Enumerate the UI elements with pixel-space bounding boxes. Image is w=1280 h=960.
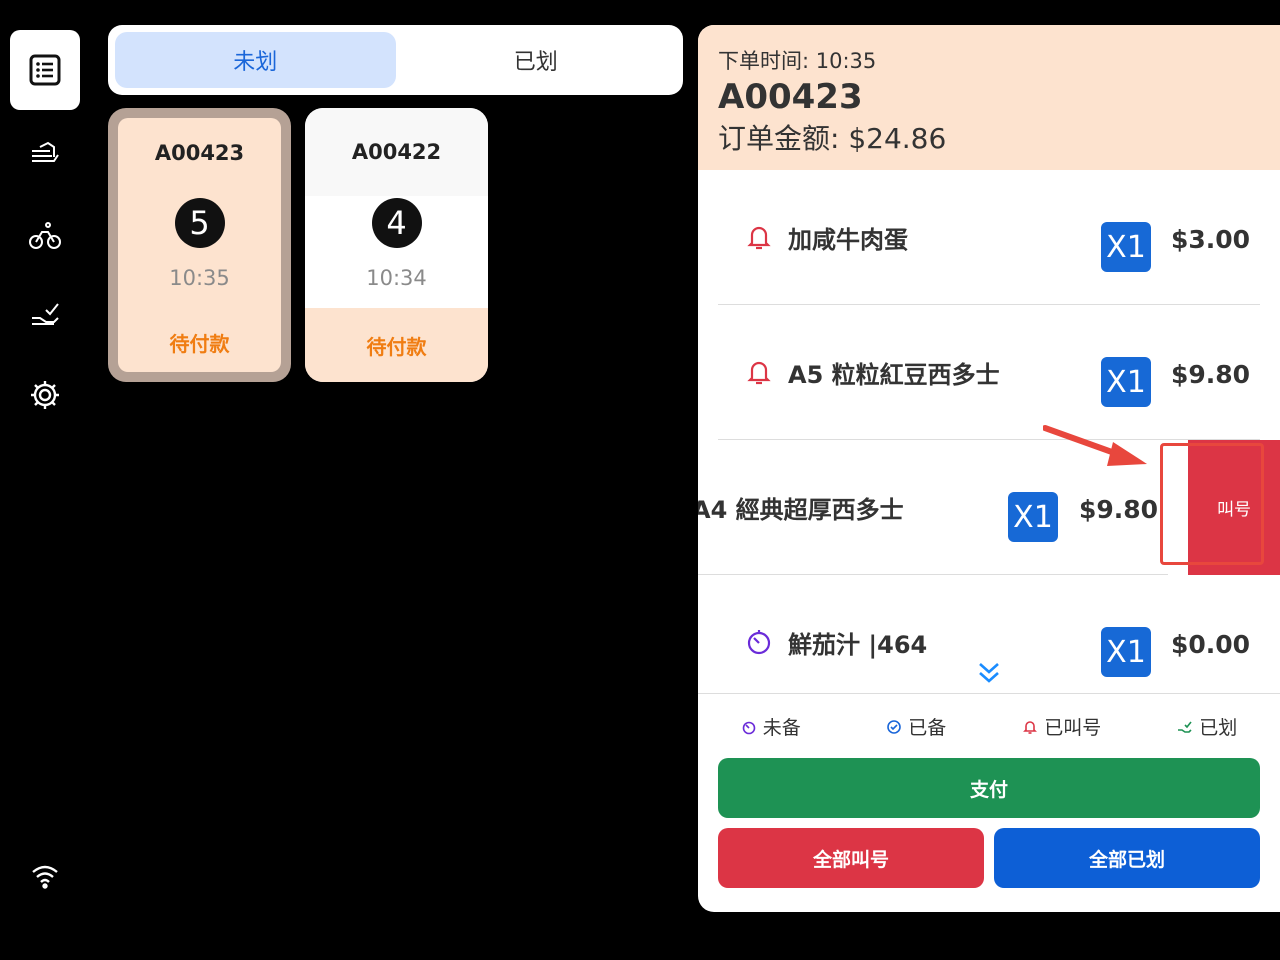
order-amount: 订单金额: $24.86 (718, 122, 947, 155)
order-placed-time: 下单时间: 10:35 (718, 49, 877, 73)
order-time: 10:35 (169, 266, 230, 290)
item-price: $9.80 (1171, 360, 1251, 389)
hand-check-icon (32, 303, 59, 325)
legend-label: 已叫号 (1044, 717, 1102, 739)
order-number: A00423 (718, 77, 863, 117)
order-item[interactable]: 加咸牛肉蛋 X1 $3.00 (698, 170, 1280, 305)
item-name: A4 經典超厚西多士 (698, 496, 904, 524)
order-card[interactable]: A00422 4 10:34 待付款 (305, 108, 488, 382)
item-quantity: X1 (1008, 492, 1058, 542)
bell-icon (747, 361, 771, 385)
legend-label: 已备 (908, 717, 947, 739)
wifi-icon (32, 865, 58, 889)
check-circle-icon (887, 719, 902, 734)
item-price: $0.00 (1171, 630, 1251, 659)
highlight-box (1160, 443, 1264, 565)
legend-label: 已划 (1199, 717, 1238, 739)
delivery-nav-button[interactable] (10, 195, 80, 275)
wifi-status (10, 835, 80, 915)
pickup-number: 4 (371, 198, 422, 248)
sidebar (0, 0, 90, 960)
order-detail-panel: 下单时间: 10:35 A00423 订单金额: $24.86 加咸牛肉蛋 X1… (698, 25, 1280, 912)
pay-button[interactable]: 支付 (718, 758, 1260, 818)
item-quantity: X1 (1101, 357, 1151, 407)
tab-pending[interactable]: 未划 (115, 32, 396, 88)
completed-nav-button[interactable] (10, 275, 80, 355)
settings-nav-button[interactable] (10, 355, 80, 435)
tab-completed[interactable]: 已划 (396, 32, 677, 88)
chevrons-down-icon[interactable] (976, 660, 1002, 686)
item-name: 加咸牛肉蛋 (788, 226, 908, 254)
gear-icon (31, 381, 59, 409)
legend-not-ready: 未备 (698, 713, 844, 740)
mark-all-done-button[interactable]: 全部已划 (994, 828, 1260, 888)
timer-icon (742, 721, 756, 734)
item-price: $3.00 (1171, 225, 1251, 254)
serving-hand-icon (32, 141, 59, 162)
hand-check-icon (1178, 721, 1192, 733)
bicycle-icon (29, 222, 61, 249)
order-detail-header: 下单时间: 10:35 A00423 订单金额: $24.86 (698, 25, 1280, 170)
payment-status: 待付款 (169, 331, 230, 356)
item-name: 鮮茄汁 |464 (788, 631, 928, 659)
legend-label: 未备 (762, 717, 801, 739)
order-id: A00423 (154, 141, 245, 165)
item-price: $9.80 (1079, 495, 1159, 524)
order-card-selected[interactable]: A00423 5 10:35 待付款 (108, 108, 291, 382)
item-name: A5 粒粒紅豆西多士 (788, 361, 1000, 389)
payment-status: 待付款 (305, 308, 488, 382)
item-quantity: X1 (1101, 222, 1151, 272)
arrow-annotation-icon (1043, 425, 1147, 466)
bell-icon (1023, 720, 1038, 734)
legend-ready: 已备 (844, 713, 990, 740)
item-quantity: X1 (1101, 627, 1151, 677)
pickup-number: 5 (174, 198, 225, 248)
orders-nav-button[interactable] (10, 30, 80, 110)
kitchen-nav-button[interactable] (10, 112, 80, 192)
order-filter-tabs: 未划 已划 (108, 25, 683, 95)
order-time: 10:34 (366, 266, 427, 290)
timer-icon (747, 630, 771, 655)
order-item[interactable]: A5 粒粒紅豆西多士 X1 $9.80 (698, 305, 1280, 440)
order-id: A00422 (305, 108, 488, 196)
call-all-button[interactable]: 全部叫号 (718, 828, 984, 888)
list-icon (29, 54, 61, 86)
status-legend: 未备 已备 已叫号 已划 (698, 693, 1280, 759)
legend-called: 已叫号 (989, 713, 1135, 740)
bell-icon (747, 226, 771, 250)
legend-done: 已划 (1135, 713, 1280, 740)
